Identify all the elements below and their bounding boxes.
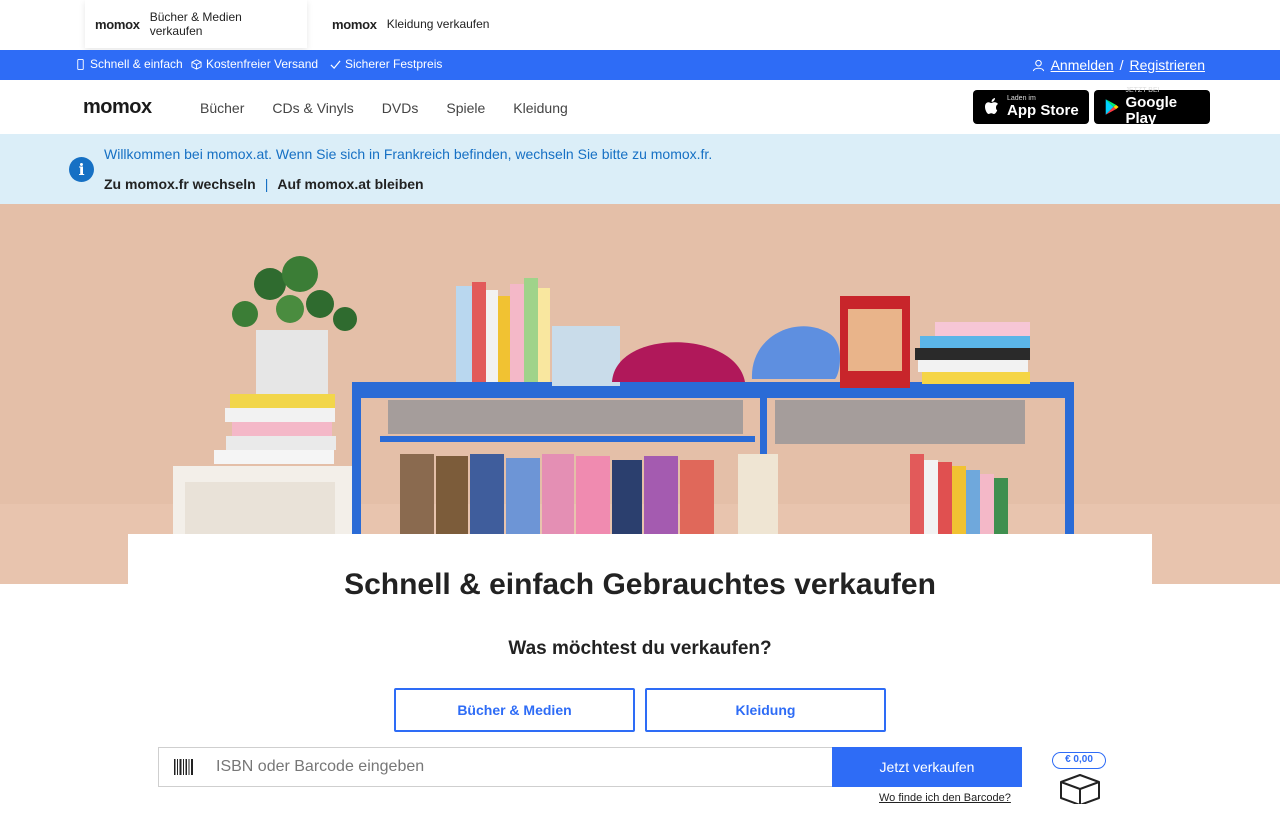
locale-actions: Zu momox.fr wechseln | Auf momox.at blei… bbox=[104, 176, 424, 192]
isbn-search-field bbox=[158, 747, 833, 787]
momox-logo: momox bbox=[95, 16, 140, 32]
sell-now-button[interactable]: Jetzt verkaufen bbox=[832, 747, 1022, 787]
sell-card: Schnell & einfach Gebrauchtes verkaufen … bbox=[128, 534, 1152, 834]
category-clothes-button[interactable]: Kleidung bbox=[645, 688, 886, 732]
google-play-button[interactable]: JETZT BEI Google Play bbox=[1094, 87, 1210, 127]
package-icon bbox=[191, 58, 202, 70]
google-play-big: Google Play bbox=[1125, 94, 1178, 127]
app-store-button[interactable]: Laden im App Store bbox=[973, 90, 1089, 124]
sell-question: Was möchtest du verkaufen? bbox=[508, 638, 772, 659]
momox-logo: momox bbox=[332, 16, 377, 32]
tab-books-label: Bücher & Medien verkaufen bbox=[149, 10, 242, 38]
account-separator: / bbox=[1119, 57, 1124, 73]
login-link[interactable]: Anmelden bbox=[1051, 57, 1114, 73]
brand-bar: momox Bücher & Medien verkaufen momox Kl… bbox=[0, 0, 1280, 50]
momox-main-logo[interactable]: momox bbox=[83, 96, 152, 119]
nav-links: Bücher CDs & Vinyls DVDs Spiele Kleidung bbox=[200, 100, 568, 116]
stay-on-at-link[interactable]: Auf momox.at bleiben bbox=[277, 176, 423, 192]
usp-price: Sicherer Festpreis bbox=[330, 57, 442, 71]
usp-price-label: Sicherer Festpreis bbox=[345, 57, 443, 71]
hero-illustration bbox=[0, 256, 1280, 584]
usp-bar: Schnell & einfach Kostenfreier Versand S… bbox=[0, 50, 1280, 80]
nav-item-cds-vinyls[interactable]: CDs & Vinyls bbox=[272, 100, 353, 116]
phone-icon bbox=[77, 58, 84, 70]
page-title: Schnell & einfach Gebrauchtes verkaufen bbox=[344, 568, 936, 601]
usp-fast-label: Schnell & einfach bbox=[90, 57, 183, 71]
main-nav: momox Bücher CDs & Vinyls DVDs Spiele Kl… bbox=[0, 80, 1280, 134]
switch-to-fr-link[interactable]: Zu momox.fr wechseln bbox=[104, 176, 256, 192]
locale-message: Willkommen bei momox.at. Wenn Sie sich i… bbox=[104, 146, 713, 162]
google-play-icon bbox=[1105, 99, 1119, 115]
barcode-help-link[interactable]: Wo finde ich den Barcode? bbox=[879, 792, 1011, 804]
nav-item-dvds[interactable]: DVDs bbox=[382, 100, 419, 116]
sell-box-widget[interactable]: € 0,00 bbox=[1052, 752, 1108, 804]
apple-icon bbox=[985, 98, 998, 114]
account-links: Anmelden / Registrieren bbox=[1032, 57, 1205, 73]
locale-banner: i Willkommen bei momox.at. Wenn Sie sich… bbox=[0, 134, 1280, 204]
nav-item-clothing[interactable]: Kleidung bbox=[513, 100, 568, 116]
user-icon bbox=[1032, 59, 1044, 71]
isbn-input[interactable] bbox=[204, 748, 824, 786]
tab-clothes-label: Kleidung verkaufen bbox=[386, 17, 490, 31]
usp-fast: Schnell & einfach bbox=[75, 57, 183, 71]
tab-books-media[interactable]: momox Bücher & Medien verkaufen bbox=[85, 0, 307, 48]
nav-item-books[interactable]: Bücher bbox=[200, 100, 244, 116]
nav-item-games[interactable]: Spiele bbox=[446, 100, 485, 116]
usp-shipping-label: Kostenfreier Versand bbox=[206, 57, 319, 71]
info-icon: i bbox=[69, 157, 94, 182]
tab-clothes[interactable]: momox Kleidung verkaufen bbox=[322, 0, 512, 48]
checkmark-icon bbox=[330, 59, 341, 69]
usp-shipping: Kostenfreier Versand bbox=[191, 57, 318, 71]
locale-separator: | bbox=[264, 176, 269, 192]
box-price-badge: € 0,00 bbox=[1052, 752, 1106, 769]
hero-image bbox=[0, 204, 1280, 584]
app-store-big: App Store bbox=[1007, 102, 1079, 119]
category-books-button[interactable]: Bücher & Medien bbox=[394, 688, 635, 732]
register-link[interactable]: Registrieren bbox=[1130, 57, 1205, 73]
box-icon bbox=[1060, 774, 1100, 804]
barcode-icon[interactable] bbox=[174, 759, 194, 775]
